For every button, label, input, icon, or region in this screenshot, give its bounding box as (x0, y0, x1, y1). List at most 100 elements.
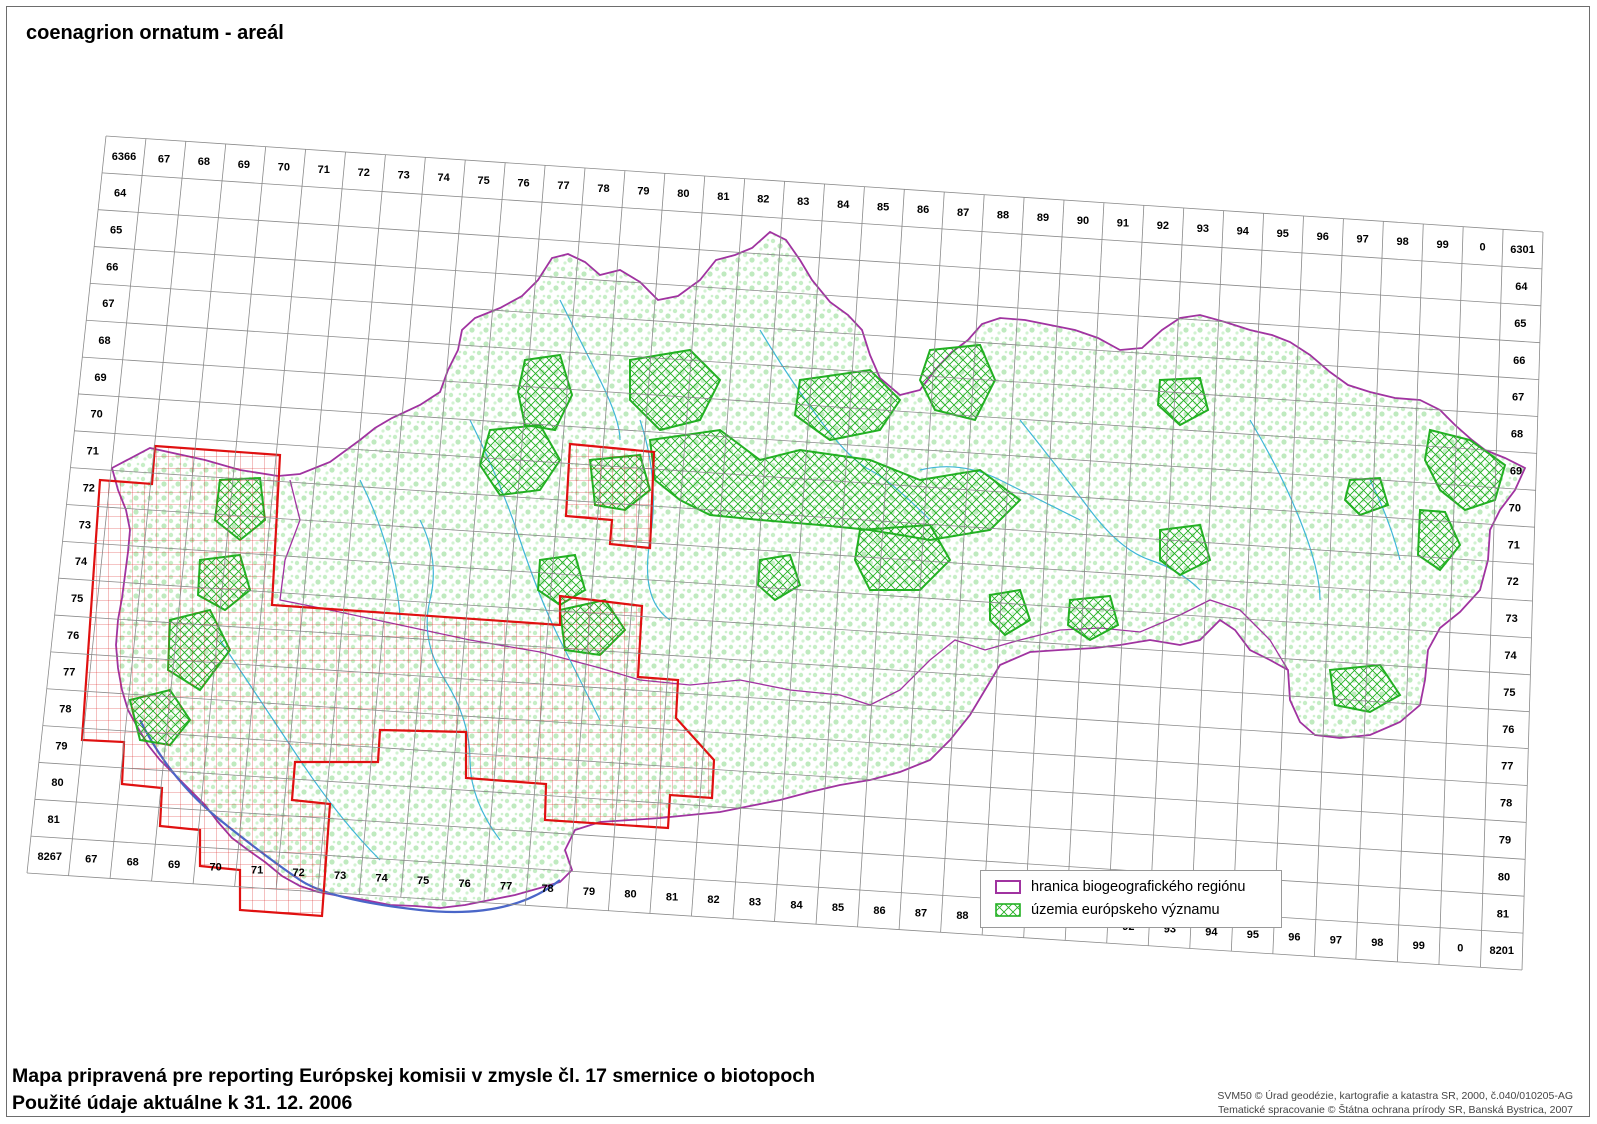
grid-label-top: 92 (1157, 220, 1169, 232)
grid-label-bottom: 85 (832, 902, 844, 914)
grid-label-bottom: 97 (1330, 934, 1342, 946)
grid-label-left: 70 (91, 409, 103, 421)
grid-label-left: 74 (75, 556, 88, 568)
grid-label-top: 90 (1077, 215, 1089, 227)
grid-label-left: 72 (83, 482, 95, 494)
footer-date: Použité údaje aktuálne k 31. 12. 2006 (12, 1092, 353, 1114)
grid-label-bottom: 80 (624, 889, 636, 901)
grid-label-bottom: 84 (790, 899, 803, 911)
grid-label-right: 76 (1502, 724, 1514, 736)
grid-label-top: 82 (757, 193, 769, 205)
grid-label-bottom: 0 (1457, 943, 1463, 955)
grid-line-horizontal (26, 872, 1523, 971)
grid-label-right: 65 (1514, 318, 1526, 330)
grid-label-right: 72 (1507, 576, 1519, 588)
grid-label-top: 68 (198, 156, 210, 168)
grid-label-bottom: 72 (293, 867, 305, 879)
grid-label-bottom: 82 (707, 894, 719, 906)
grid-label-right: 75 (1503, 687, 1515, 699)
grid-label-bottom: 75 (417, 875, 429, 887)
grid-label-top: 80 (677, 188, 689, 200)
grid-label-right: 68 (1511, 429, 1523, 441)
grid-label-top: 72 (358, 167, 370, 179)
grid-label-bottom: 8201 (1490, 945, 1514, 957)
grid-label-left: 68 (98, 335, 110, 347)
grid-line-horizontal (102, 172, 1542, 270)
legend-label: hranica biogeografického regiónu (1031, 879, 1246, 895)
grid-label-bottom: 88 (956, 910, 968, 922)
grid-label-top: 95 (1277, 228, 1289, 240)
grid-label-bottom: 74 (375, 872, 388, 884)
grid-label-right: 78 (1500, 798, 1512, 810)
grid-label-bottom: 73 (334, 870, 346, 882)
grid-label-left: 76 (67, 630, 79, 642)
credit-line-1: SVM50 © Úrad geodézie, kartografie a kat… (1217, 1090, 1573, 1102)
grid-label-left: 64 (114, 188, 127, 200)
grid-label-top: 88 (997, 209, 1009, 221)
grid-label-right: 66 (1513, 355, 1525, 367)
grid-label-bottom: 81 (666, 891, 678, 903)
region-border-swatch-icon (995, 880, 1021, 894)
grid-label-top: 98 (1397, 236, 1409, 248)
grid-label-bottom: 76 (458, 878, 470, 890)
grid-label-left: 73 (79, 519, 91, 531)
grid-label-top: 93 (1197, 223, 1209, 235)
grid-label-bottom: 70 (210, 862, 222, 874)
grid-label-left: 69 (94, 372, 106, 384)
grid-label-top: 89 (1037, 212, 1049, 224)
grid-label-bottom: 67 (85, 854, 97, 866)
footer-title: Mapa pripravená pre reporting Európskej … (12, 1065, 815, 1087)
grid-label-left: 77 (63, 667, 75, 679)
grid-label-right: 81 (1497, 908, 1509, 920)
grid-label-right: 77 (1501, 761, 1513, 773)
map-legend: hranica biogeografického regiónu územia … (980, 870, 1282, 928)
grid-label-bottom: 95 (1247, 929, 1259, 941)
grid-label-top: 94 (1237, 225, 1250, 237)
grid-label-top: 73 (398, 169, 410, 181)
grid-label-bottom: 83 (749, 897, 761, 909)
grid-label-left: 66 (106, 261, 118, 273)
hatched-area-swatch-icon (995, 903, 1021, 917)
grid-label-top: 87 (957, 207, 969, 219)
grid-label-top: 71 (318, 164, 330, 176)
grid-label-top: 69 (238, 159, 250, 171)
grid-label-bottom: 69 (168, 859, 180, 871)
grid-label-left: 71 (87, 446, 99, 458)
grid-label-right: 70 (1509, 502, 1521, 514)
grid-label-bottom: 77 (500, 881, 512, 893)
grid-line-horizontal (105, 135, 1544, 233)
grid-label-top: 77 (557, 180, 569, 192)
grid-label-top: 76 (517, 177, 529, 189)
grid-label-top: 84 (837, 199, 850, 211)
legend-label: územia európskeho významu (1031, 902, 1220, 918)
grid-label-bottom: 99 (1413, 940, 1425, 952)
grid-label-top: 97 (1357, 233, 1369, 245)
grid-label-top: 79 (637, 185, 649, 197)
grid-label-top: 70 (278, 161, 290, 173)
grid-label-top: 75 (477, 175, 489, 187)
grid-label-bottom: 68 (127, 856, 139, 868)
grid-label-top: 96 (1317, 231, 1329, 243)
grid-label-left: 81 (48, 814, 60, 826)
grid-label-right: 74 (1504, 650, 1517, 662)
grid-label-left: 80 (51, 777, 63, 789)
grid-label-right: 69 (1510, 466, 1522, 478)
grid-label-bottom: 86 (873, 905, 885, 917)
grid-label-bottom: 96 (1288, 932, 1300, 944)
grid-label-bottom: 78 (541, 883, 553, 895)
distribution-map: 6366 67 68 69 70 71 72 73 74 75 76 77 78 79 80 81 82 83 84… (26, 135, 1544, 971)
grid-label-right: 64 (1515, 281, 1528, 293)
grid-label-top: 6301 (1510, 244, 1534, 256)
grid-label-left: 75 (71, 593, 83, 605)
grid-label-right: 80 (1498, 871, 1510, 883)
grid-label-top: 81 (717, 191, 729, 203)
grid-label-right: 79 (1499, 835, 1511, 847)
legend-item-region-border: hranica biogeografického regiónu (995, 879, 1245, 895)
grid-label-left: 67 (102, 298, 114, 310)
grid-label-left: 78 (59, 704, 71, 716)
grid-label-bottom: 98 (1371, 937, 1383, 949)
grid-label-left: 79 (55, 740, 67, 752)
grid-label-right: 73 (1505, 613, 1517, 625)
grid-label-right: 67 (1512, 392, 1524, 404)
grid-label-right: 71 (1508, 539, 1520, 551)
